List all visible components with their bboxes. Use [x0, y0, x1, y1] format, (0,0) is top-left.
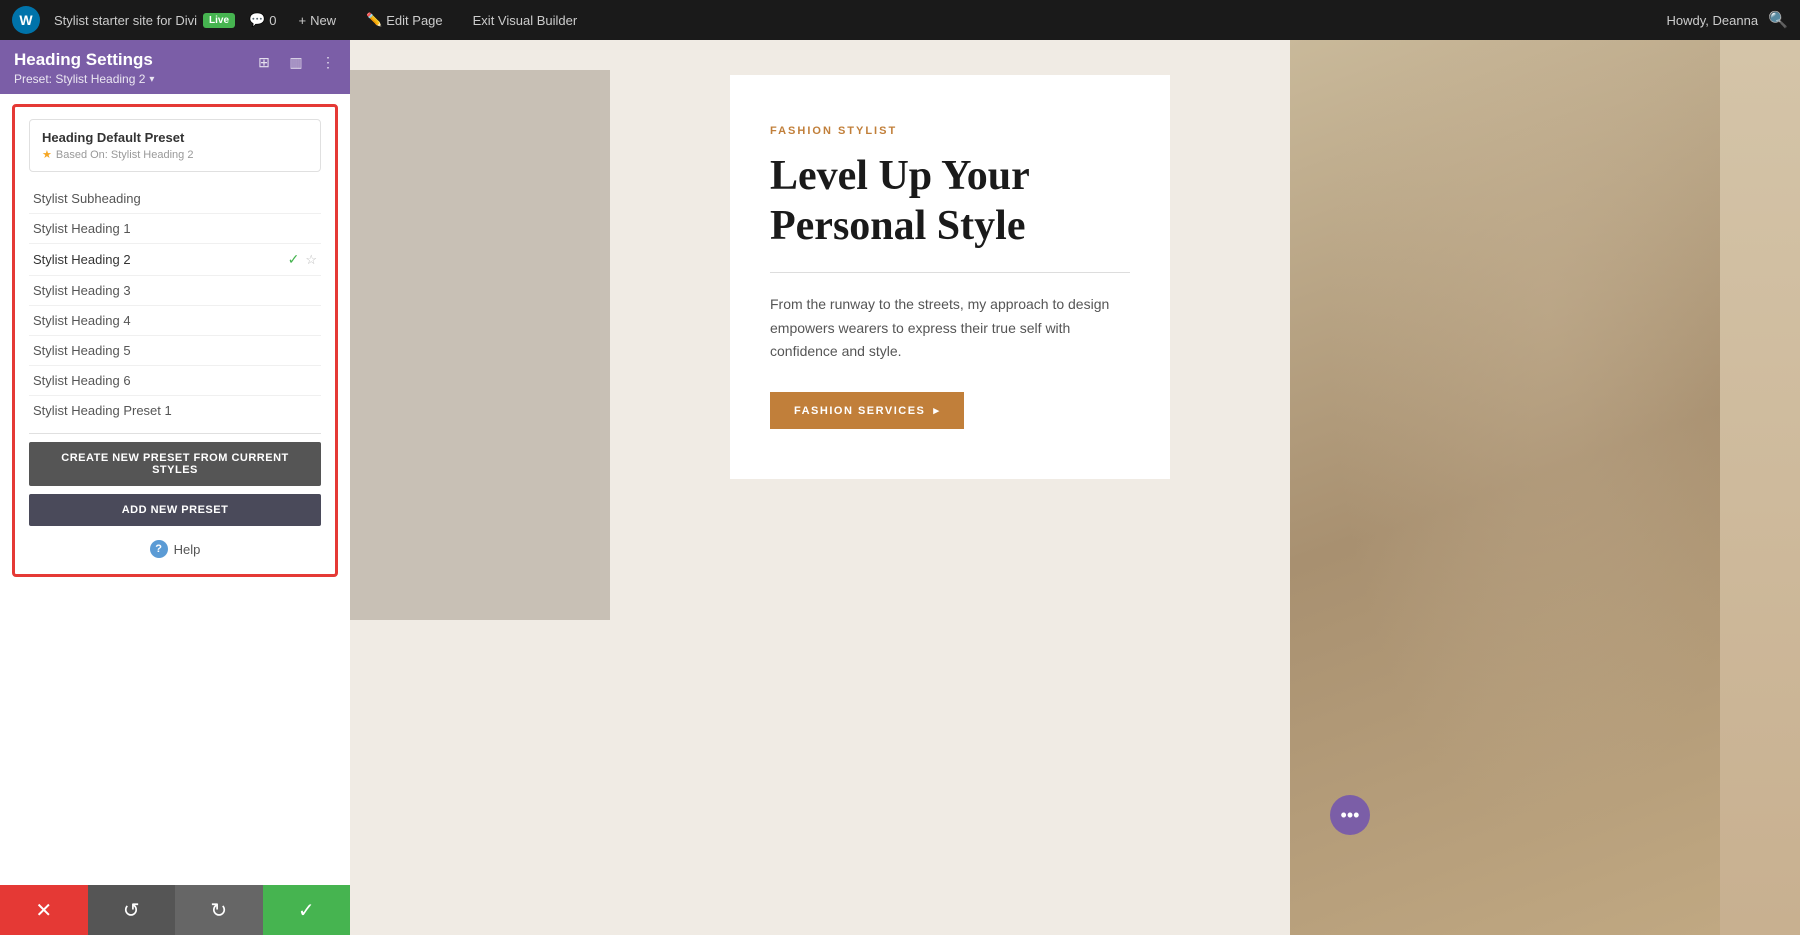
wordpress-icon[interactable]: W — [12, 6, 40, 34]
comment-number: 0 — [269, 13, 276, 28]
preset-item-heading6[interactable]: Stylist Heading 6 — [29, 366, 321, 396]
preset-item-label: Stylist Heading Preset 1 — [33, 403, 172, 418]
preset-item-label: Stylist Heading 1 — [33, 221, 131, 236]
chevron-down-icon: ▾ — [149, 74, 154, 85]
sidebar-header: Heading Settings Preset: Stylist Heading… — [0, 40, 350, 94]
save-icon: ✓ — [298, 898, 315, 923]
help-label: Help — [174, 542, 201, 557]
preset-item-subheading[interactable]: Stylist Subheading — [29, 184, 321, 214]
preset-list: Stylist Subheading Stylist Heading 1 Sty… — [29, 184, 321, 425]
redo-button[interactable]: ↻ — [175, 885, 263, 935]
preset-box: Heading Default Preset ★ Based On: Styli… — [12, 104, 338, 577]
preset-item-heading4[interactable]: Stylist Heading 4 — [29, 306, 321, 336]
redo-icon: ↻ — [210, 898, 227, 923]
pencil-icon: ✏️ — [366, 12, 382, 28]
preview-area: FASHION STYLIST Level Up Your Personal S… — [350, 40, 1800, 935]
plus-icon: + — [298, 13, 306, 28]
edit-page-label: Edit Page — [386, 13, 442, 28]
default-preset-item[interactable]: Heading Default Preset ★ Based On: Styli… — [29, 119, 321, 172]
close-icon: ✕ — [35, 898, 52, 923]
live-badge: Live — [203, 13, 235, 28]
preset-item-preset1[interactable]: Stylist Heading Preset 1 — [29, 396, 321, 425]
site-name[interactable]: Stylist starter site for Divi — [54, 13, 197, 28]
user-greeting: Howdy, Deanna — [1667, 13, 1759, 28]
body-text: From the runway to the streets, my appro… — [770, 293, 1130, 364]
preset-item-label: Stylist Heading 3 — [33, 283, 131, 298]
site-name-badge: Stylist starter site for Divi Live — [54, 13, 235, 28]
dots-icon: ••• — [1341, 805, 1360, 826]
left-column — [350, 70, 610, 620]
star-icon: ★ — [42, 148, 52, 161]
preset-item-heading2[interactable]: Stylist Heading 2 ✓ ☆ — [29, 244, 321, 276]
search-icon[interactable]: 🔍 — [1768, 10, 1788, 30]
help-icon: ? — [150, 540, 168, 558]
preset-item-label: Stylist Heading 5 — [33, 343, 131, 358]
preset-item-label: Stylist Heading 2 — [33, 252, 131, 267]
main-layout: Heading Settings Preset: Stylist Heading… — [0, 40, 1800, 935]
add-preset-button[interactable]: ADD NEW PRESET — [29, 494, 321, 526]
preset-label: Preset: Stylist Heading 2 — [14, 72, 145, 86]
sidebar: Heading Settings Preset: Stylist Heading… — [0, 40, 350, 935]
admin-bar: W Stylist starter site for Divi Live 💬 0… — [0, 0, 1800, 40]
more-options-icon[interactable]: ⋮ — [316, 50, 340, 74]
main-content: FASHION STYLIST Level Up Your Personal S… — [350, 40, 1800, 935]
white-card: FASHION STYLIST Level Up Your Personal S… — [730, 75, 1170, 479]
preset-item-heading5[interactable]: Stylist Heading 5 — [29, 336, 321, 366]
comment-bubble-icon: 💬 — [249, 12, 265, 28]
divider-line — [770, 272, 1130, 273]
admin-bar-left: W Stylist starter site for Divi Live 💬 0… — [12, 6, 1651, 34]
preset-item-label: Stylist Subheading — [33, 191, 141, 206]
layout-icon[interactable]: ⊞ — [252, 50, 276, 74]
edit-page-button[interactable]: ✏️ Edit Page — [358, 8, 451, 32]
new-label: New — [310, 13, 336, 28]
preset-item-icons: ✓ ☆ — [288, 251, 317, 268]
new-button[interactable]: + New — [290, 9, 344, 32]
sidebar-header-icons: ⊞ ▥ ⋮ — [252, 50, 340, 74]
preset-item-label: Stylist Heading 6 — [33, 373, 131, 388]
exit-builder-button[interactable]: Exit Visual Builder — [465, 9, 586, 32]
preset-item-label: Stylist Heading 4 — [33, 313, 131, 328]
undo-icon: ↺ — [123, 898, 140, 923]
bottom-toolbar: ✕ ↺ ↻ ✓ — [0, 885, 350, 935]
cta-button[interactable]: FASHION SERVICES ▸ — [770, 392, 964, 429]
preset-item-heading3[interactable]: Stylist Heading 3 — [29, 276, 321, 306]
admin-bar-right: Howdy, Deanna 🔍 — [1667, 10, 1788, 30]
preset-divider — [29, 433, 321, 434]
save-button[interactable]: ✓ — [263, 885, 351, 935]
preview-columns: FASHION STYLIST Level Up Your Personal S… — [350, 40, 1800, 935]
right-strip — [1720, 40, 1800, 935]
undo-button[interactable]: ↺ — [88, 885, 176, 935]
main-heading: Level Up Your Personal Style — [770, 151, 1130, 252]
default-preset-sub: ★ Based On: Stylist Heading 2 — [42, 148, 308, 161]
star-icon[interactable]: ☆ — [305, 252, 317, 268]
center-column: FASHION STYLIST Level Up Your Personal S… — [610, 40, 1290, 935]
columns-icon[interactable]: ▥ — [284, 50, 308, 74]
check-icon: ✓ — [288, 251, 300, 268]
help-row[interactable]: ? Help — [29, 540, 321, 558]
float-menu-button[interactable]: ••• — [1330, 795, 1370, 835]
close-button[interactable]: ✕ — [0, 885, 88, 935]
exit-label: Exit Visual Builder — [473, 13, 578, 28]
preset-subtitle[interactable]: Preset: Stylist Heading 2 ▾ — [14, 72, 336, 86]
create-preset-button[interactable]: CREATE NEW PRESET FROM CURRENT STYLES — [29, 442, 321, 486]
based-on-text: Based On: Stylist Heading 2 — [56, 149, 194, 161]
fashion-label: FASHION STYLIST — [770, 125, 1130, 137]
preset-item-heading1[interactable]: Stylist Heading 1 — [29, 214, 321, 244]
cta-arrow: ▸ — [933, 404, 940, 417]
cta-label: FASHION SERVICES — [794, 405, 925, 417]
default-preset-title: Heading Default Preset — [42, 130, 308, 145]
comment-count[interactable]: 💬 0 — [249, 12, 276, 28]
